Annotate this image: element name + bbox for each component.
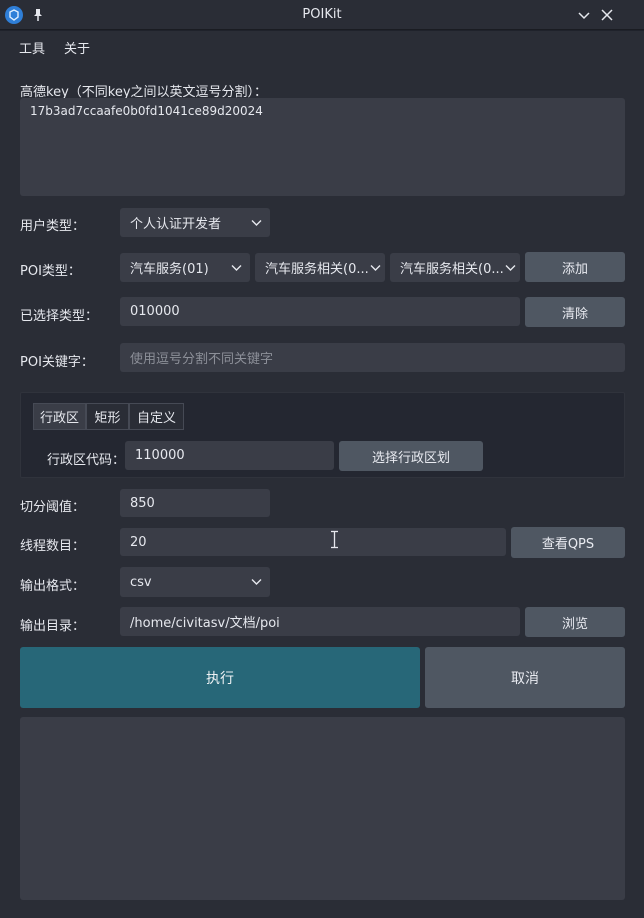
keyword-label: POI关键字： bbox=[20, 355, 94, 370]
chevron-down-icon bbox=[251, 219, 262, 226]
view-qps-button[interactable]: 查看QPS bbox=[511, 527, 625, 558]
admin-code-value: 110000 bbox=[135, 448, 185, 463]
poi-type-level2-value: 汽车服务相关(0... bbox=[265, 262, 369, 277]
select-admin-button[interactable]: 选择行政区划 bbox=[339, 441, 483, 471]
poi-type-level1-select[interactable]: 汽车服务(01) bbox=[120, 253, 250, 282]
user-type-value: 个人认证开发者 bbox=[130, 217, 222, 232]
user-type-select[interactable]: 个人认证开发者 bbox=[120, 208, 270, 237]
keyword-input[interactable]: 使用逗号分割不同关键字 bbox=[120, 343, 625, 372]
threshold-value: 850 bbox=[130, 495, 155, 511]
output-format-label: 输出格式： bbox=[20, 579, 86, 594]
cancel-button[interactable]: 取消 bbox=[425, 647, 625, 708]
keyword-placeholder: 使用逗号分割不同关键字 bbox=[130, 352, 274, 367]
chevron-down-icon bbox=[251, 579, 262, 585]
browse-button[interactable]: 浏览 bbox=[525, 607, 625, 637]
threads-field[interactable]: 20 bbox=[120, 528, 506, 556]
title-bar: POIKit bbox=[0, 0, 644, 30]
output-format-value: csv bbox=[130, 574, 152, 590]
poi-type-level1-value: 汽车服务(01) bbox=[130, 262, 209, 277]
clear-button[interactable]: 清除 bbox=[525, 297, 625, 327]
chevron-down-icon bbox=[370, 264, 381, 271]
key-textarea[interactable]: 17b3ad7ccaafe0b0fd1041ce89d20024 bbox=[20, 98, 625, 196]
tab-rect[interactable]: 矩形 bbox=[86, 403, 129, 430]
threads-label: 线程数目： bbox=[20, 539, 86, 554]
menu-tools[interactable]: 工具 bbox=[19, 38, 45, 57]
poi-type-level2-select[interactable]: 汽车服务相关(0... bbox=[255, 253, 385, 282]
admin-code-field[interactable]: 110000 bbox=[125, 441, 334, 470]
user-type-label: 用户类型： bbox=[20, 219, 86, 234]
selected-type-field[interactable]: 010000 bbox=[120, 297, 520, 326]
output-dir-field[interactable]: /home/civitasv/文档/poi bbox=[120, 607, 520, 636]
admin-code-label: 行政区代码： bbox=[47, 453, 126, 468]
key-value: 17b3ad7ccaafe0b0fd1041ce89d20024 bbox=[30, 104, 263, 118]
chevron-down-icon bbox=[231, 264, 242, 271]
threshold-field[interactable]: 850 bbox=[120, 489, 270, 517]
output-dir-label: 输出目录： bbox=[20, 619, 86, 634]
tab-admin[interactable]: 行政区 bbox=[33, 403, 86, 430]
selected-type-value: 010000 bbox=[130, 304, 180, 319]
poi-type-label: POI类型： bbox=[20, 264, 81, 279]
run-button[interactable]: 执行 bbox=[20, 647, 420, 708]
add-button[interactable]: 添加 bbox=[525, 252, 625, 282]
menu-about[interactable]: 关于 bbox=[64, 38, 90, 57]
tab-custom[interactable]: 自定义 bbox=[129, 403, 184, 430]
window-title: POIKit bbox=[302, 7, 342, 22]
output-dir-value: /home/civitasv/文档/poi bbox=[130, 616, 280, 631]
output-format-select[interactable]: csv bbox=[120, 567, 270, 597]
threshold-label: 切分阈值： bbox=[20, 500, 86, 515]
menu-bar: 工具 关于 bbox=[0, 31, 644, 59]
chevron-down-icon bbox=[505, 264, 516, 271]
poi-type-level3-select[interactable]: 汽车服务相关(0... bbox=[390, 253, 520, 282]
log-output[interactable] bbox=[20, 717, 625, 900]
close-icon[interactable] bbox=[600, 8, 614, 22]
text-cursor-icon bbox=[331, 530, 338, 549]
selected-type-label: 已选择类型： bbox=[20, 309, 99, 324]
threads-value: 20 bbox=[130, 534, 147, 550]
minimize-chevron-icon[interactable] bbox=[577, 8, 591, 22]
poi-type-level3-value: 汽车服务相关(0... bbox=[400, 262, 504, 277]
